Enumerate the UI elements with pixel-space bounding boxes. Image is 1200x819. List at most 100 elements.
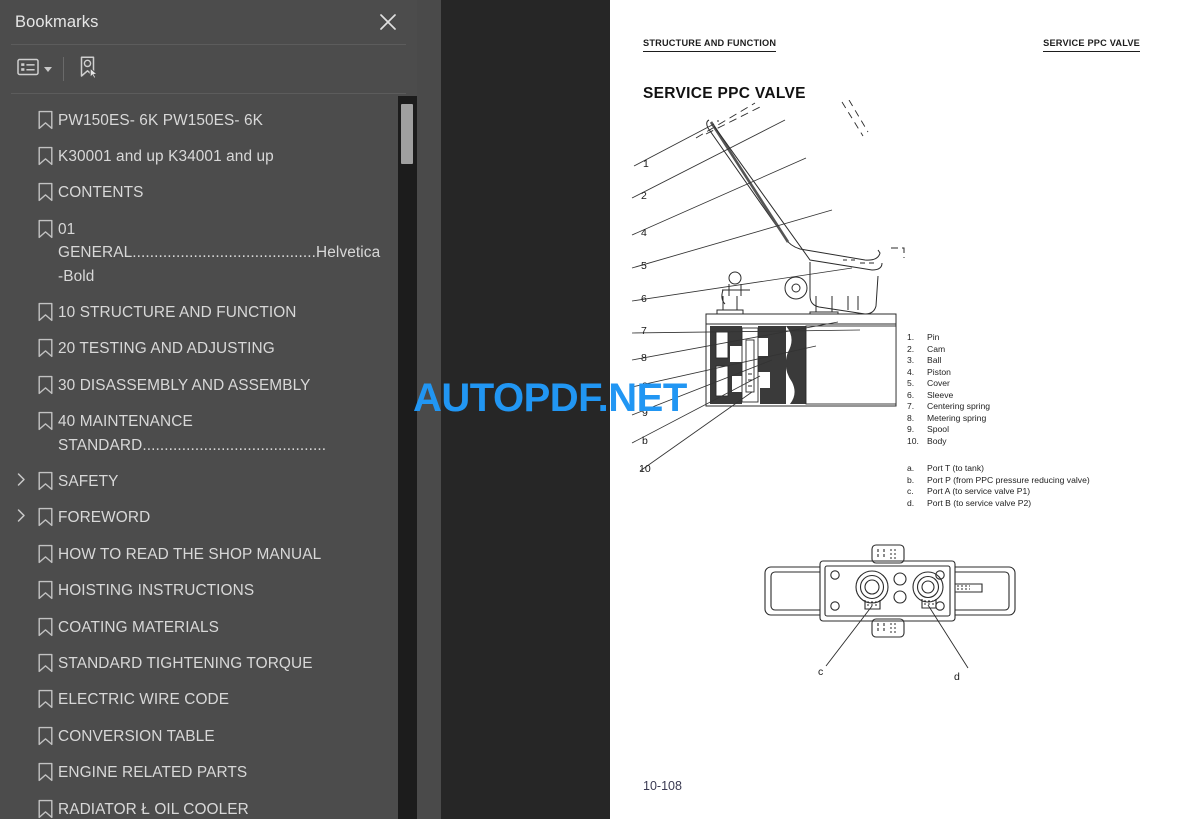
bookmark-item-label: HOW TO READ THE SHOP MANUAL — [58, 545, 322, 563]
legend-row-number: 2. — [907, 343, 915, 354]
legend-row-text: Port P (from PPC pressure reducing valve… — [927, 474, 1090, 485]
legend-row: 10. Body — [907, 436, 1090, 448]
twisty-spacer — [10, 337, 32, 339]
bookmark-icon — [32, 761, 58, 782]
list-options-button[interactable] — [17, 54, 52, 84]
figure-callout: c — [818, 666, 824, 678]
legend-row-number: 1. — [907, 332, 915, 342]
new-bookmark-icon — [77, 55, 100, 84]
close-icon[interactable] — [377, 11, 399, 33]
legend-row-text: Body — [927, 435, 947, 446]
running-header-right: SERVICE PPC VALVE — [1043, 38, 1140, 52]
figure-callout: 6 — [641, 293, 647, 305]
bookmark-icon — [32, 145, 58, 166]
figure-callout: 2 — [641, 190, 647, 202]
bookmark-item[interactable]: 10 STRUCTURE AND FUNCTION — [0, 294, 398, 330]
chevron-right-icon[interactable] — [10, 470, 32, 487]
twisty-spacer — [10, 145, 32, 147]
bookmark-item-label: COATING MATERIALS — [58, 618, 220, 636]
bookmark-item[interactable]: STANDARD TIGHTENING TORQUE — [0, 646, 398, 682]
legend-row: 3. Ball — [907, 355, 1090, 367]
panel-title: Bookmarks — [15, 12, 99, 31]
bookmark-icon — [32, 410, 58, 431]
viewer-gutter — [417, 0, 441, 819]
bookmark-item[interactable]: CONVERSION TABLE — [0, 718, 398, 754]
figure-callout: 1 — [643, 158, 649, 170]
twisty-spacer — [10, 218, 32, 220]
bookmark-item[interactable]: COATING MATERIALS — [0, 609, 398, 645]
bookmark-item[interactable]: 30 DISASSEMBLY AND ASSEMBLY — [0, 367, 398, 403]
bookmark-item-label: RADIATOR Ł OIL COOLER — [58, 800, 249, 818]
legend-row-number: 9. — [907, 424, 915, 435]
bookmark-item-label: K30001 and up K34001 and up — [58, 147, 274, 165]
bookmark-item-label: 20 TESTING AND ADJUSTING — [58, 340, 275, 358]
bookmark-item-label: 01 GENERAL..............................… — [58, 220, 381, 285]
twisty-spacer — [10, 301, 32, 303]
bookmark-icon — [32, 725, 58, 746]
twisty-spacer — [10, 761, 32, 763]
bookmark-item[interactable]: FOREWORD — [0, 500, 398, 536]
bookmark-icon — [32, 579, 58, 600]
document-viewer: STRUCTURE AND FUNCTION SERVICE PPC VALVE… — [417, 0, 1200, 819]
bookmark-icon — [32, 688, 58, 709]
bookmark-item[interactable]: SAFETY — [0, 463, 398, 499]
figure-callout: 7 — [641, 325, 647, 337]
legend-row: 9. Spool — [907, 424, 1090, 436]
bookmark-item[interactable]: K30001 and up K34001 and up — [0, 138, 398, 174]
twisty-spacer — [10, 109, 32, 111]
twisty-spacer — [10, 181, 32, 183]
new-bookmark-button[interactable] — [77, 54, 100, 84]
bookmark-item-label: SAFETY — [58, 472, 119, 490]
legend-row-text: Cam — [927, 343, 946, 354]
legend-row-text: Port A (to service valve P1) — [927, 486, 1031, 497]
twisty-spacer — [10, 374, 32, 376]
figure-callout: 10 — [639, 463, 651, 475]
running-header-left: STRUCTURE AND FUNCTION — [643, 38, 777, 52]
bookmark-icon — [32, 181, 58, 202]
twisty-spacer — [10, 725, 32, 727]
twisty-spacer — [10, 652, 32, 654]
bookmark-item[interactable]: HOW TO READ THE SHOP MANUAL — [0, 536, 398, 572]
bookmark-scrollbar[interactable] — [398, 96, 417, 819]
bookmark-icon — [32, 374, 58, 395]
bookmark-item[interactable]: 40 MAINTENANCE STANDARD.................… — [0, 404, 398, 464]
bookmark-item[interactable]: 01 GENERAL..............................… — [0, 211, 398, 294]
bookmark-item[interactable]: 20 TESTING AND ADJUSTING — [0, 331, 398, 367]
legend-row-text: Pin — [927, 332, 940, 342]
bookmark-item-label: 30 DISASSEMBLY AND ASSEMBLY — [58, 376, 311, 394]
bookmark-item[interactable]: PW150ES- 6K PW150ES- 6K — [0, 102, 398, 138]
bookmark-item[interactable]: ENGINE RELATED PARTS — [0, 755, 398, 791]
bookmark-icon — [32, 616, 58, 637]
legend-row: d. Port B (to service valve P2) — [907, 498, 1090, 510]
legend-row: b. Port P (from PPC pressure reducing val… — [907, 475, 1090, 487]
toolbar-separator — [63, 57, 64, 81]
bookmark-item-label: PW150ES- 6K PW150ES- 6K — [58, 111, 264, 129]
legend-row: a. Port T (to tank) — [907, 463, 1090, 475]
legend-row-text: Piston — [927, 366, 951, 377]
bookmark-icon — [32, 798, 58, 819]
bookmark-item[interactable]: RADIATOR Ł OIL COOLER — [0, 791, 398, 819]
chevron-right-icon[interactable] — [10, 506, 32, 523]
legend-row-number: 6. — [907, 389, 915, 400]
figure-callout: 4 — [641, 227, 647, 239]
figure-callout: 9 — [642, 407, 648, 419]
legend-row-number: 4. — [907, 366, 915, 377]
legend-row: 8. Metering spring — [907, 413, 1090, 425]
twisty-spacer — [10, 688, 32, 690]
bookmark-item[interactable]: ELECTRIC WIRE CODE — [0, 682, 398, 718]
document-running-header: STRUCTURE AND FUNCTION SERVICE PPC VALVE — [643, 38, 1140, 52]
bookmark-icon — [32, 109, 58, 130]
figure-callout: 5 — [641, 260, 647, 272]
bookmark-list[interactable]: PW150ES- 6K PW150ES- 6K K30001 and up K34… — [0, 96, 398, 819]
bookmark-item-label: STANDARD TIGHTENING TORQUE — [58, 655, 313, 672]
legend-row-number: 3. — [907, 355, 915, 366]
bookmark-item[interactable]: CONTENTS — [0, 175, 398, 211]
bookmarks-panel: Bookmarks PW150ES- 6K PW150ES- 6K K30001… — [0, 0, 417, 819]
bookmark-item[interactable]: HOISTING INSTRUCTIONS — [0, 573, 398, 609]
bookmarks-panel-header: Bookmarks — [0, 0, 417, 44]
twisty-spacer — [10, 410, 32, 412]
bookmark-scrollbar-thumb[interactable] — [401, 104, 413, 164]
pdf-viewer-window: Bookmarks PW150ES- 6K PW150ES- 6K K30001… — [0, 0, 1200, 819]
bookmark-item-label: HOISTING INSTRUCTIONS — [58, 582, 255, 600]
legend-row-text: Sleeve — [927, 389, 954, 400]
